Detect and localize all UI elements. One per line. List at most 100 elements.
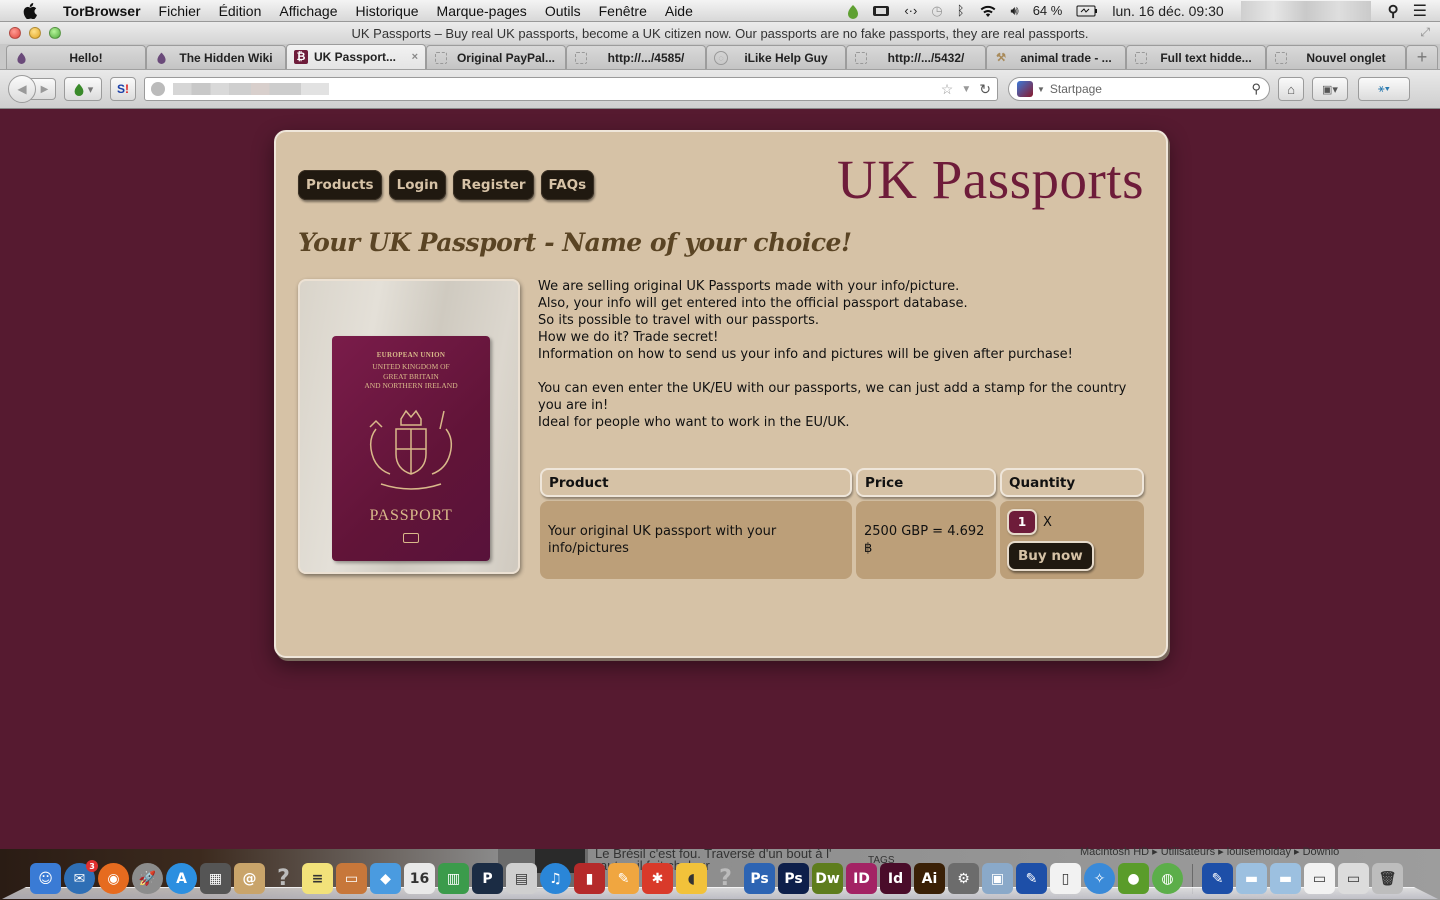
dock-applications-folder-icon[interactable]: ▬ — [1236, 863, 1267, 894]
battery-icon[interactable] — [1069, 5, 1105, 17]
tab-full-text-hidden[interactable]: Full text hidde... — [1126, 45, 1266, 69]
menu-edition[interactable]: Édition — [210, 3, 271, 19]
menu-fenetre[interactable]: Fenêtre — [590, 3, 656, 19]
dock-automator-icon[interactable]: ⚙ — [948, 863, 979, 894]
fullscreen-icon[interactable]: ⤢ — [1420, 25, 1430, 40]
tab-5432[interactable]: http://.../5432/ — [846, 45, 986, 69]
tor-button[interactable]: ▾ — [64, 77, 102, 101]
dock-vidalia-icon[interactable]: ◍ — [1152, 863, 1183, 894]
dock-tor-browser-icon[interactable]: ● — [1118, 863, 1149, 894]
menu-historique[interactable]: Historique — [347, 3, 428, 19]
dock-app-store-icon[interactable]: A — [166, 863, 197, 894]
dock-tomato-app-icon[interactable]: ✱ — [642, 863, 673, 894]
engine-dropdown-icon[interactable]: ▼ — [1037, 85, 1045, 94]
dock-unknown-app-2-icon[interactable]: ? — [710, 863, 741, 894]
dock-cyberghost-icon[interactable]: ✎ — [1016, 863, 1047, 894]
tor-onion-icon[interactable] — [841, 3, 865, 19]
dock-unknown-app-icon[interactable]: ? — [268, 863, 299, 894]
dock-itunes-icon[interactable]: ♫ — [540, 863, 571, 894]
dock-photoshop-2-icon[interactable]: Ps — [778, 863, 809, 894]
nav-register-button[interactable]: Register — [453, 170, 534, 200]
back-button[interactable]: ◀ — [8, 75, 36, 103]
search-box[interactable]: ▼ Startpage ⚲ — [1008, 77, 1270, 101]
menu-outils[interactable]: Outils — [536, 3, 590, 19]
reload-icon[interactable]: ↻ — [979, 81, 991, 98]
dock-screenshot-stack-icon[interactable]: ▭ — [1338, 863, 1369, 894]
volume-icon[interactable]: 🔊︎ — [1004, 3, 1026, 19]
menu-marque-pages[interactable]: Marque-pages — [428, 3, 536, 19]
tab-nouvel-onglet[interactable]: Nouvel onglet — [1266, 45, 1406, 69]
dock-preview-icon[interactable]: ▣ — [982, 863, 1013, 894]
dock-photoshop-icon[interactable]: Ps — [744, 863, 775, 894]
dock-calendar-icon[interactable]: 16 — [404, 863, 435, 894]
url-text-blurred[interactable] — [173, 83, 329, 95]
dock-photo-browser-icon[interactable]: ▦ — [200, 863, 231, 894]
dock-address-book-icon[interactable]: @ — [234, 863, 265, 894]
dock-dreamweaver-icon[interactable]: Dw — [812, 863, 843, 894]
network-button[interactable]: ⚹▾ — [1358, 77, 1410, 101]
dock-launchpad-icon[interactable]: 🚀 — [132, 863, 163, 894]
menu-aide[interactable]: Aide — [656, 3, 702, 19]
startpage-s-button[interactable]: S! — [110, 77, 136, 101]
menu-fichier[interactable]: Fichier — [150, 3, 210, 19]
history-dropdown-icon[interactable]: ▼ — [961, 84, 971, 95]
dock-indesign-2-icon[interactable]: Id — [880, 863, 911, 894]
dock-downloads-stack-icon[interactable]: ▭ — [1304, 863, 1335, 894]
wifi-icon[interactable] — [972, 4, 1004, 18]
code-icon[interactable]: ‹·› — [897, 3, 924, 18]
tab-hello[interactable]: Hello! — [6, 45, 146, 69]
apple-menu-icon[interactable] — [20, 2, 40, 19]
user-name-blurred[interactable] — [1240, 0, 1371, 21]
tab-ilike-help-guy[interactable]: ◌ iLike Help Guy — [706, 45, 846, 69]
bookmarks-button[interactable]: ▣▾ — [1312, 77, 1348, 101]
notification-list-icon[interactable]: ☰ — [1406, 1, 1434, 21]
spotlight-icon[interactable]: ⚲ — [1381, 2, 1406, 20]
battery-monitor-icon[interactable] — [865, 5, 897, 17]
nav-faqs-button[interactable]: FAQs — [540, 170, 595, 200]
dock-documents-folder-icon[interactable]: ▬ — [1270, 863, 1301, 894]
time-machine-icon[interactable]: ◷ — [924, 3, 949, 19]
menu-app-name[interactable]: TorBrowser — [54, 3, 150, 19]
dock-photo-booth-icon[interactable]: ▮ — [574, 863, 605, 894]
search-icon[interactable]: ⚲ — [1251, 81, 1261, 97]
dock-trash-icon[interactable]: 🗑 — [1372, 863, 1403, 894]
tab-original-paypal[interactable]: Original PayPal... — [426, 45, 566, 69]
close-window-button[interactable] — [9, 27, 21, 39]
dock-finder-icon[interactable]: ☺ — [30, 863, 61, 894]
dock-document-icon[interactable]: ▯ — [1050, 863, 1081, 894]
buy-now-button[interactable]: Buy now — [1007, 541, 1094, 571]
dock-indesign-icon[interactable]: ID — [846, 863, 877, 894]
new-tab-button[interactable]: + — [1406, 45, 1438, 69]
dock-illustrator-icon[interactable]: Ai — [914, 863, 945, 894]
startpage-engine-icon[interactable] — [1017, 81, 1033, 97]
dock-cyberduck-icon[interactable]: ◖ — [676, 863, 707, 894]
dock-stickies-icon[interactable]: ≡ — [302, 863, 333, 894]
bookmark-star-icon[interactable]: ☆ — [941, 81, 954, 98]
clock[interactable]: lun. 16 déc. 09:30 — [1105, 3, 1230, 19]
dock-firefox-icon[interactable]: ◉ — [98, 863, 129, 894]
home-button[interactable]: ⌂ — [1278, 77, 1304, 101]
nav-login-button[interactable]: Login — [388, 170, 447, 200]
quantity-input[interactable]: 1 — [1007, 509, 1037, 535]
bluetooth-icon[interactable]: ᛒ — [950, 3, 972, 18]
dock-cyberghost-2-icon[interactable]: ✎ — [1202, 863, 1233, 894]
tab-uk-passports[interactable]: ₿ UK Passport... × — [286, 44, 426, 69]
tab-4585[interactable]: http://.../4585/ — [566, 45, 706, 69]
dock-safari-icon[interactable]: ✧ — [1084, 863, 1115, 894]
close-tab-icon[interactable]: × — [412, 51, 418, 63]
tab-hidden-wiki[interactable]: The Hidden Wiki — [146, 45, 286, 69]
tab-animal-trade[interactable]: ⚒ animal trade - ... — [986, 45, 1126, 69]
dock-keynote-icon[interactable]: ▭ — [336, 863, 367, 894]
menu-bar: TorBrowser Fichier Édition Affichage His… — [0, 0, 1440, 22]
menu-affichage[interactable]: Affichage — [270, 3, 346, 19]
dock-pandora-icon[interactable]: P — [472, 863, 503, 894]
minimize-window-button[interactable] — [29, 27, 41, 39]
nav-products-button[interactable]: Products — [298, 170, 382, 200]
dock-dropbox-icon[interactable]: ◆ — [370, 863, 401, 894]
dock-pages-icon[interactable]: ✎ — [608, 863, 639, 894]
url-bar[interactable]: ☆ ▼ ↻ — [144, 77, 998, 101]
dock-numbers-icon[interactable]: ▥ — [438, 863, 469, 894]
dock-image-capture-icon[interactable]: ▤ — [506, 863, 537, 894]
dock-thunderbird-icon[interactable]: ✉ 3 — [64, 860, 98, 894]
zoom-window-button[interactable] — [49, 27, 61, 39]
